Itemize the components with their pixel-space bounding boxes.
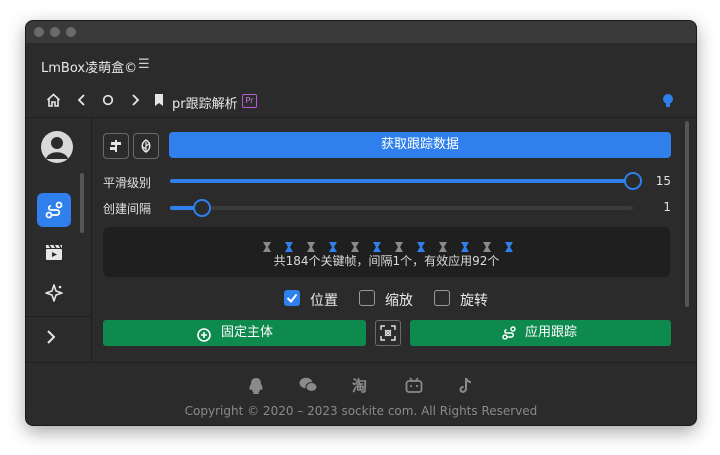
route-icon <box>501 325 517 351</box>
focus-frame-icon <box>380 325 396 341</box>
create-interval-label: 创建间隔 <box>103 202 152 216</box>
svg-text:淘: 淘 <box>352 377 367 393</box>
home-icon[interactable] <box>46 93 61 111</box>
keyframe-marker-icon <box>373 242 381 252</box>
lightbulb-icon[interactable] <box>662 93 674 113</box>
header-divider <box>26 117 696 118</box>
position-label[interactable]: 位置 <box>310 290 338 310</box>
refresh-icon[interactable] <box>102 93 114 111</box>
copyright-text: Copyright © 2020 – 2023 sockite com. All… <box>184 404 538 418</box>
keyframe-marker-icon <box>307 242 315 252</box>
sidebar-scrollbar[interactable] <box>80 173 84 233</box>
keyframe-marker-icon <box>329 242 337 252</box>
create-interval-value: 1 <box>663 200 671 214</box>
app-title: LmBox凌萌盒© <box>41 61 138 76</box>
bookmark-icon[interactable] <box>154 93 164 111</box>
crosshair-icon <box>197 326 211 352</box>
apply-tracking-label: 应用跟踪 <box>525 325 578 340</box>
smooth-level-handle[interactable] <box>624 172 642 190</box>
window-titlebar <box>26 21 696 43</box>
keyframe-marker-icon <box>285 242 293 252</box>
route-icon <box>45 201 63 219</box>
sparkle-icon <box>45 284 63 302</box>
smooth-level-fill <box>170 179 633 183</box>
rotation-label[interactable]: 旋转 <box>460 290 488 310</box>
keyframe-marker-icon <box>483 242 491 252</box>
align-tool-button[interactable] <box>103 133 129 159</box>
keyframe-strip <box>263 238 513 252</box>
keyframe-marker-icon <box>505 242 513 252</box>
zoom-window-button[interactable] <box>66 27 76 37</box>
create-interval-handle[interactable] <box>193 199 211 217</box>
qq-icon[interactable] <box>248 377 264 399</box>
premiere-badge: Pr <box>242 94 257 108</box>
taobao-icon[interactable]: 淘 <box>351 377 370 397</box>
frame-focus-button[interactable] <box>375 320 401 346</box>
menu-icon[interactable]: ☰ <box>138 57 150 72</box>
align-icon <box>110 140 121 152</box>
expand-sidebar-icon[interactable] <box>46 329 56 349</box>
rotation-checkbox[interactable] <box>434 290 450 306</box>
clapperboard-icon <box>46 244 62 260</box>
forward-icon[interactable] <box>130 93 140 111</box>
apply-tracking-button[interactable]: 应用跟踪 <box>410 320 671 346</box>
leaf-tool-button[interactable] <box>133 133 159 159</box>
minimize-window-button[interactable] <box>50 27 60 37</box>
wechat-icon[interactable] <box>299 377 318 397</box>
position-checkbox[interactable] <box>284 290 300 306</box>
app-window: LmBox凌萌盒© ☰ pr跟踪解析 Pr 获取跟踪数据 平滑级别 15 创建间… <box>25 20 697 426</box>
keyframe-marker-icon <box>395 242 403 252</box>
keyframe-marker-icon <box>461 242 469 252</box>
fix-subject-button[interactable]: 固定主体 <box>103 320 366 346</box>
close-window-button[interactable] <box>34 27 44 37</box>
avatar[interactable] <box>41 131 73 163</box>
keyframe-summary: 共184个关键帧，间隔1个，有效应用92个 <box>273 254 500 268</box>
back-icon[interactable] <box>77 93 87 111</box>
keyframe-marker-icon <box>351 242 359 252</box>
fix-subject-label: 固定主体 <box>221 325 274 340</box>
checkmark-icon <box>286 293 298 304</box>
sidebar-item-clapper[interactable] <box>37 235 71 269</box>
smooth-level-value: 15 <box>655 174 671 188</box>
main-scrollbar[interactable] <box>685 121 689 307</box>
fetch-tracking-data-button[interactable]: 获取跟踪数据 <box>169 132 671 158</box>
leaf-icon <box>141 139 151 153</box>
scale-checkbox[interactable] <box>359 290 375 306</box>
keyframe-marker-icon <box>263 242 271 252</box>
keyframe-marker-icon <box>439 242 447 252</box>
bilibili-icon[interactable] <box>405 377 423 397</box>
scale-label[interactable]: 缩放 <box>385 290 413 310</box>
tiktok-icon[interactable] <box>458 377 473 398</box>
create-interval-track[interactable] <box>170 206 633 210</box>
breadcrumb: pr跟踪解析 <box>172 97 238 112</box>
sidebar-divider <box>26 316 91 317</box>
sidebar-item-tracking[interactable] <box>37 193 71 227</box>
sidebar-item-sparkle[interactable] <box>37 276 71 310</box>
keyframe-marker-icon <box>417 242 425 252</box>
smooth-level-label: 平滑级别 <box>103 176 152 190</box>
